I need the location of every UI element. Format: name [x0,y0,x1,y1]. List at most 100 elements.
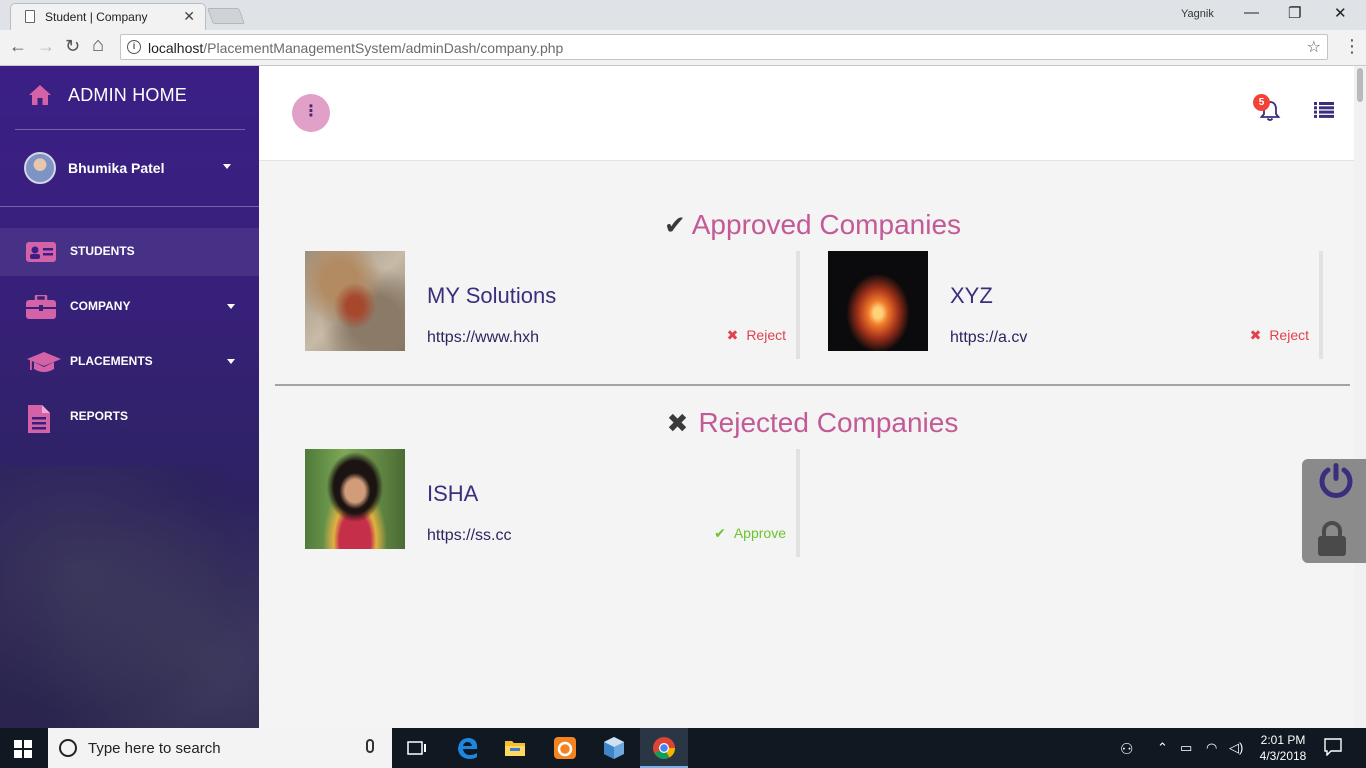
notification-center-icon[interactable] [1324,738,1342,761]
system-clock[interactable]: 2:01 PM 4/3/2018 [1255,732,1311,764]
browser-menu-icon[interactable]: ⋮ [1343,36,1361,57]
reject-label: Reject [746,327,786,343]
browser-tab-strip: Student | Company ✕ Yagnik — ❐ ✕ [0,0,1366,30]
user-menu[interactable]: Bhumika Patel [24,152,239,184]
approved-section-heading: ✔ Approved Companies [259,209,1366,241]
chevron-up-icon[interactable]: ⌃ [1157,740,1168,756]
page-icon [25,10,35,23]
wifi-icon[interactable]: ◠ [1206,740,1217,756]
sidebar-item-placements[interactable]: PLACEMENTS [0,338,259,386]
clock-time: 2:01 PM [1260,733,1306,747]
company-card: ISHA https://ss.cc ✔ Approve [305,449,800,557]
battery-icon[interactable]: ▭ [1180,740,1192,756]
edge-browser-icon[interactable] [456,736,480,760]
url-host: localhost [148,40,204,56]
company-card: XYZ https://a.cv ✖ Reject [828,251,1323,359]
sidebar-item-company[interactable]: COMPANY [0,283,259,331]
sidebar-item-reports[interactable]: REPORTS [0,393,259,441]
company-name: XYZ [950,283,993,308]
chrome-taskbar-item[interactable] [640,728,688,768]
company-logo-image [305,251,405,351]
x-mark-icon: ✖ [1249,327,1262,343]
graduation-cap-icon [26,350,61,374]
volume-icon[interactable]: ◁) [1229,740,1243,756]
admin-home-link[interactable]: ADMIN HOME [28,84,187,106]
session-panel [1302,459,1366,563]
card-separator [796,449,800,557]
browser-tab[interactable]: Student | Company ✕ [10,3,206,30]
scrollbar-thumb[interactable] [1357,68,1363,102]
sidebar-toggle-button[interactable]: ⋮ [292,94,330,132]
home-button[interactable]: ⌂ [92,34,104,57]
bookmark-star-icon[interactable]: ☆ [1307,37,1321,57]
company-url: https://a.cv [950,329,1028,346]
search-placeholder: Type here to search [88,740,221,757]
id-card-icon [26,240,56,264]
url-text: localhost/PlacementManagementSystem/admi… [148,40,563,56]
sidebar: ADMIN HOME Bhumika Patel STUDENTS COMPAN… [0,66,259,728]
company-logo-image [828,251,928,351]
sidebar-item-label: COMPANY [70,299,131,313]
list-icon[interactable] [1314,102,1334,123]
user-name: Bhumika Patel [68,160,165,176]
reject-button[interactable]: ✖ Reject [727,327,786,344]
sidebar-divider [15,129,245,130]
close-window-button[interactable]: ✕ [1334,4,1347,22]
reload-button[interactable]: ↻ [65,36,80,57]
x-mark-icon: ✖ [726,327,739,343]
people-icon[interactable]: ⚇ [1120,740,1133,758]
card-separator [796,251,800,359]
chevron-down-icon [223,164,231,169]
windows-start-icon[interactable] [14,740,32,763]
tab-close-icon[interactable]: ✕ [183,8,195,25]
address-bar: ← → ↻ ⌂ i localhost/PlacementManagementS… [0,30,1366,66]
uc-browser-icon[interactable] [553,736,577,760]
minimize-button[interactable]: — [1244,4,1259,21]
virtualbox-icon[interactable] [602,736,626,760]
brand-title: ADMIN HOME [68,84,187,105]
taskbar-search-input[interactable]: Type here to search [48,728,392,768]
windows-taskbar: Type here to search ⚇ ⌃ ▭ ◠ ◁) 2:01 PM 4… [0,728,1366,768]
lock-icon[interactable] [1317,521,1347,562]
forward-button[interactable]: → [37,36,55,57]
cortana-icon [59,739,77,757]
sidebar-item-label: REPORTS [70,409,129,423]
reject-button[interactable]: ✖ Reject [1250,327,1309,344]
sidebar-divider [0,206,259,207]
url-input[interactable]: i localhost/PlacementManagementSystem/ad… [120,34,1328,60]
cross-icon: ✖ [666,408,689,438]
info-icon[interactable]: i [127,40,141,54]
approved-title: Approved Companies [691,209,962,240]
sidebar-item-students[interactable]: STUDENTS [0,228,259,276]
microphone-icon[interactable] [366,739,374,753]
notification-badge: 5 [1253,94,1270,111]
home-icon [28,84,52,106]
briefcase-icon [26,293,56,319]
avatar [24,152,56,184]
approve-label: Approve [733,525,786,541]
window-user-label: Yagnik [1181,8,1214,20]
sidebar-background-image [0,466,259,728]
task-view-icon[interactable] [405,736,429,760]
document-icon [26,405,56,433]
power-icon[interactable] [1316,461,1356,506]
page-scrollbar[interactable] [1354,66,1366,728]
reject-label: Reject [1269,327,1309,343]
back-button[interactable]: ← [9,36,27,57]
company-name: MY Solutions [427,283,557,308]
section-divider [275,384,1350,386]
approve-button[interactable]: ✔ Approve [714,525,786,542]
chrome-icon [652,736,676,765]
company-url: https://www.hxh [427,329,540,346]
company-url: https://ss.cc [427,527,512,544]
sidebar-item-label: PLACEMENTS [70,354,153,368]
main-content: ✔ Approved Companies MY Solutions https:/… [259,161,1354,728]
top-navbar: ⋮ 5 [259,66,1366,161]
card-separator [1319,251,1323,359]
restore-button[interactable]: ❐ [1288,4,1301,22]
file-explorer-icon[interactable] [503,736,527,760]
new-tab-button[interactable] [207,8,245,24]
sidebar-item-label: STUDENTS [70,244,135,258]
chevron-down-icon [227,359,235,364]
company-card: MY Solutions https://www.hxh ✖ Reject [305,251,800,359]
